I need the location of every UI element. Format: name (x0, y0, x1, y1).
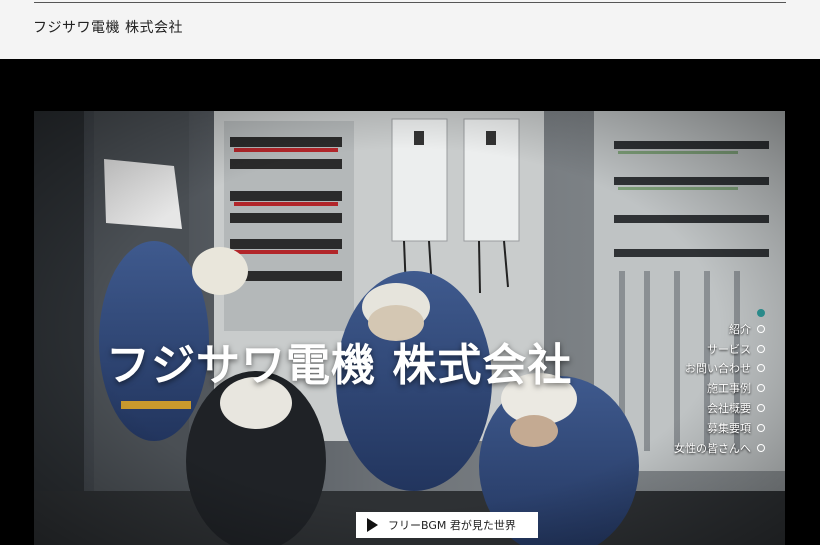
nav-item-recruit[interactable]: 募集要項 (707, 419, 765, 437)
nav-dot-icon (757, 345, 765, 353)
nav-dot-icon (757, 404, 765, 412)
bgm-play-button[interactable]: フリーBGM 君が見た世界 (356, 512, 538, 538)
hero-title: フジサワ電機 株式会社 (106, 340, 573, 391)
nav-item-works[interactable]: 施工事例 (707, 379, 765, 397)
nav-label: 紹介 (729, 323, 751, 336)
nav-dot-active-icon (757, 309, 765, 317)
nav-item-intro[interactable]: 紹介 (729, 320, 765, 338)
nav-label: 施工事例 (707, 382, 751, 395)
nav-dot-icon (757, 444, 765, 452)
nav-dot-icon (757, 325, 765, 333)
nav-label: 募集要項 (707, 422, 751, 435)
nav-dot-icon (757, 424, 765, 432)
header-rule (34, 2, 786, 3)
electrical-panel-photo (34, 111, 785, 545)
nav-dot-icon (757, 364, 765, 372)
nav-item-company[interactable]: 会社概要 (707, 399, 765, 417)
site-logo-text[interactable]: フジサワ電機 株式会社 (33, 17, 183, 37)
hero-image: フジサワ電機 株式会社 紹介 サービス お問い合わせ 施工事例 会社概要 募集要… (34, 111, 785, 545)
bgm-label: フリーBGM 君が見た世界 (388, 519, 516, 532)
nav-item-service[interactable]: サービス (707, 340, 765, 358)
nav-item-women[interactable]: 女性の皆さんへ (674, 439, 765, 457)
nav-label: 女性の皆さんへ (674, 442, 751, 455)
nav-label: お問い合わせ (685, 362, 751, 375)
site-header: フジサワ電機 株式会社 (0, 0, 820, 59)
nav-dot-icon (757, 384, 765, 392)
nav-item-contact[interactable]: お問い合わせ (685, 359, 765, 377)
nav-label: サービス (707, 343, 751, 356)
play-icon (367, 518, 378, 532)
nav-label: 会社概要 (707, 402, 751, 415)
